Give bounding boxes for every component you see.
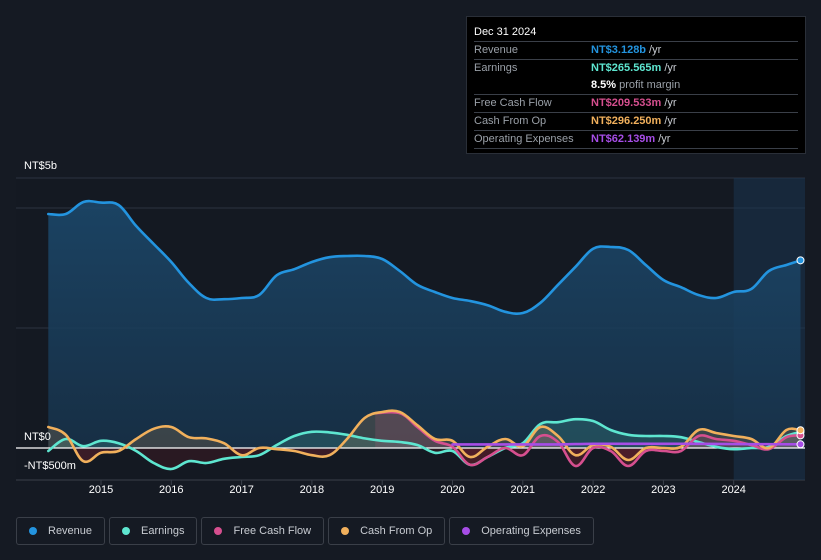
x-tick-label: 2015 (88, 484, 114, 496)
revenue-endpoint (796, 256, 805, 265)
cash-from-op-endpoint (796, 426, 805, 435)
profit-margin-text: profit margin (619, 79, 681, 91)
x-tick-label: 2021 (510, 484, 536, 496)
tooltip-unit: /yr (658, 133, 671, 145)
legend-label: Free Cash Flow (233, 525, 312, 537)
tooltip-row-revenue: Revenue NT$3.128b /yr (474, 42, 798, 60)
x-tick-label: 2024 (721, 484, 746, 496)
tooltip-date: Dec 31 2024 (474, 24, 798, 42)
tooltip-label: Operating Expenses (474, 133, 574, 145)
tooltip-value: NT$296.250m (591, 115, 662, 127)
legend-label: Cash From Op (360, 525, 433, 537)
y-tick-zero: NT$0 (24, 431, 51, 443)
tooltip-label: Earnings (474, 62, 518, 74)
tooltip-value: NT$3.128b (591, 44, 647, 56)
legend-item-cash-from-op[interactable]: Cash From Op (328, 517, 446, 545)
x-tick-label: 2019 (369, 484, 395, 496)
tooltip: Dec 31 2024 Revenue NT$3.128b /yr Earnin… (466, 16, 806, 154)
tooltip-row-earnings: Earnings NT$265.565m /yr (474, 60, 798, 77)
legend-item-revenue[interactable]: Revenue (16, 517, 106, 545)
legend-label: Revenue (48, 525, 93, 537)
legend-label: Earnings (141, 525, 185, 537)
tooltip-unit: /yr (664, 97, 677, 109)
tooltip-row-fcf: Free Cash Flow NT$209.533m /yr (474, 95, 798, 113)
operating-expenses-endpoint (796, 440, 805, 449)
y-tick-min: -NT$500m (24, 460, 76, 472)
tooltip-value: NT$209.533m (591, 97, 662, 109)
legend: Revenue Earnings Free Cash Flow Cash Fro… (16, 517, 594, 545)
tooltip-unit: /yr (649, 44, 662, 56)
x-tick-label: 2017 (229, 484, 254, 496)
tooltip-row-opex: Operating Expenses NT$62.139m /yr (474, 131, 798, 149)
cash-from-op-dot-icon (341, 527, 350, 535)
tooltip-label: Revenue (474, 44, 519, 56)
profit-margin-value: 8.5% (591, 79, 617, 91)
free-cash-flow-dot-icon (214, 527, 223, 535)
tooltip-row-cfo: Cash From Op NT$296.250m /yr (474, 113, 798, 131)
x-tick-label: 2020 (440, 484, 465, 496)
earnings-dot-icon (122, 527, 131, 535)
tooltip-value: NT$265.565m (591, 62, 662, 74)
operating-expenses-line (451, 442, 802, 446)
operating-expenses-dot-icon (462, 527, 471, 535)
tooltip-unit: /yr (664, 115, 677, 127)
x-tick-label: 2016 (159, 484, 184, 496)
x-tick-label: 2023 (651, 484, 676, 496)
tooltip-label (474, 77, 591, 94)
y-tick-max: NT$5b (24, 160, 58, 172)
legend-item-earnings[interactable]: Earnings (109, 517, 198, 545)
tooltip-unit: /yr (664, 62, 677, 74)
legend-item-operating-expenses[interactable]: Operating Expenses (449, 517, 594, 545)
tooltip-row-margin: 8.5% profit margin (474, 77, 798, 95)
x-tick-label: 2022 (580, 484, 606, 496)
tooltip-label: Free Cash Flow (474, 97, 552, 109)
x-axis (100, 480, 735, 485)
tooltip-value: NT$62.139m (591, 133, 656, 145)
tooltip-label: Cash From Op (474, 115, 547, 127)
x-tick-label: 2018 (299, 484, 325, 496)
revenue-dot-icon (29, 527, 37, 535)
legend-item-free-cash-flow[interactable]: Free Cash Flow (201, 517, 325, 545)
legend-label: Operating Expenses (481, 525, 581, 537)
